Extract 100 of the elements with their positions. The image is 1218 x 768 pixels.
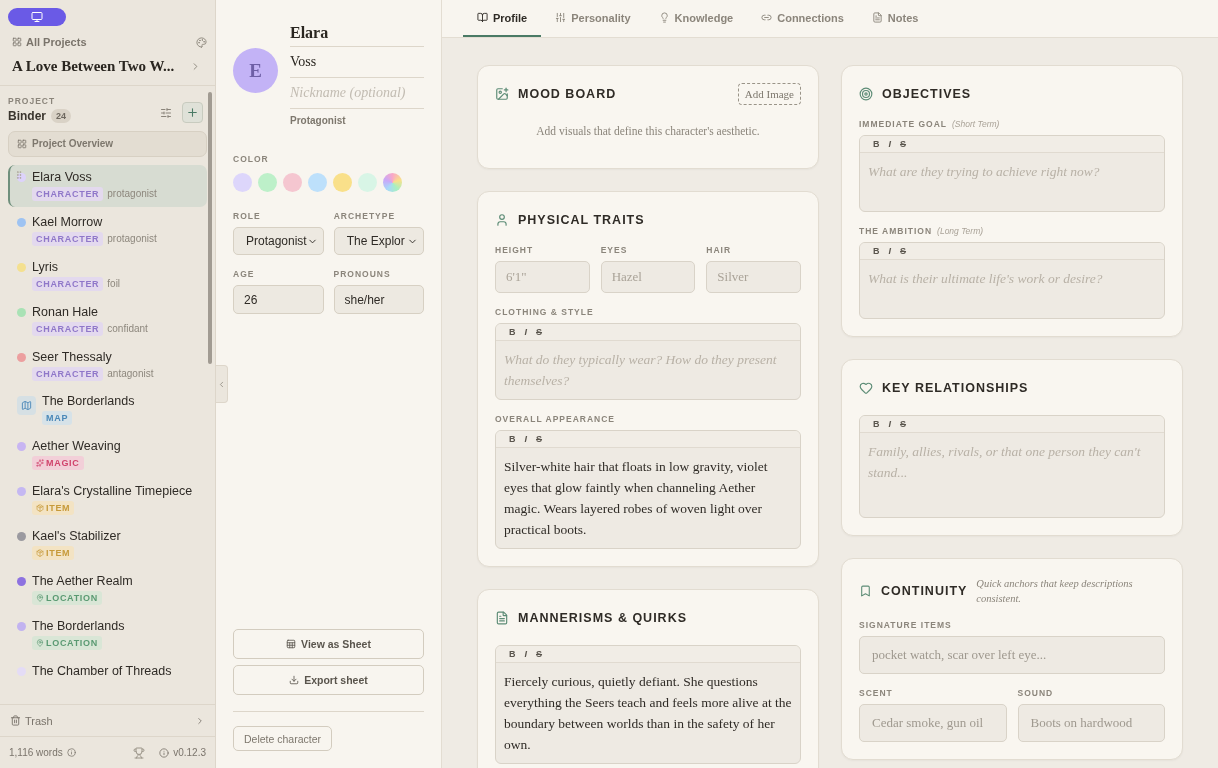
delete-button[interactable]: Delete character xyxy=(233,726,333,751)
field-label: HEIGHT xyxy=(495,245,535,255)
trophy-icon[interactable] xyxy=(133,746,146,759)
bold-button[interactable]: B xyxy=(870,246,883,256)
filter-button[interactable] xyxy=(160,106,172,119)
text-area[interactable]: Silver-white hair that floats in low gravity, violet eyes that glow faintly when channeling Aether magic. Wears layered robes of woven light over practical boots. xyxy=(496,448,800,548)
input-field[interactable]: Hazel xyxy=(600,261,696,293)
strikethrough-button[interactable]: S xyxy=(897,246,910,256)
collapse-button[interactable] xyxy=(216,365,228,403)
input-field[interactable]: Boots on hardwood xyxy=(1017,704,1165,743)
item-name: Seer Thessaly xyxy=(32,349,113,364)
binder-item[interactable]: Elara's Crystalline Timepiece ITEM xyxy=(8,479,207,522)
package-icon xyxy=(36,504,44,513)
project-title[interactable]: A Love Between Two W... xyxy=(8,58,207,75)
binder-item[interactable]: Kael's Stabilizer ITEM xyxy=(8,524,207,567)
bold-button[interactable]: B xyxy=(870,139,883,149)
binder-item[interactable]: Ronan Hale CHARACTER confidant xyxy=(8,299,207,343)
binder-item[interactable]: Seer Thessaly CHARACTER antagonist xyxy=(8,344,207,387)
color-swatch[interactable] xyxy=(233,173,252,192)
first-name-field[interactable]: Elara xyxy=(290,20,424,47)
sliders-icon xyxy=(555,12,567,23)
package-icon xyxy=(36,549,44,558)
palette-icon xyxy=(196,36,207,48)
italic-button[interactable]: I xyxy=(521,649,530,659)
color-swatch[interactable] xyxy=(333,173,352,192)
binder-item[interactable]: Lyris CHARACTER foil xyxy=(8,254,207,298)
field-label: SOUND xyxy=(1017,688,1055,699)
strikethrough-button[interactable]: S xyxy=(897,139,910,149)
bold-button[interactable]: B xyxy=(870,419,883,429)
dropdown[interactable]: The Explor xyxy=(333,227,424,255)
italic-button[interactable]: I xyxy=(885,419,894,429)
strikethrough-button[interactable]: S xyxy=(897,419,910,429)
dropdown[interactable]: Protagonist xyxy=(233,227,324,255)
type-tag: CHARACTER xyxy=(32,231,104,246)
add-button[interactable] xyxy=(182,102,203,123)
type-tag: ITEM xyxy=(32,546,75,561)
trash-button[interactable]: Trash xyxy=(0,704,215,736)
plus-icon xyxy=(186,106,199,119)
nickname-field[interactable]: Nickname (optional) xyxy=(290,78,424,109)
role-label: antagonist xyxy=(107,368,154,380)
binder-item[interactable]: Elara Voss CHARACTER protagonist xyxy=(8,164,207,208)
italic-button[interactable]: I xyxy=(885,246,894,256)
italic-button[interactable]: I xyxy=(521,327,530,337)
type-tag: LOCATION xyxy=(32,636,102,651)
binder-item[interactable]: The Aether Realm LOCATION xyxy=(8,569,207,612)
binder-item[interactable]: Aether Weaving MAGIC xyxy=(8,434,207,477)
document-icon xyxy=(495,611,509,625)
text-area[interactable]: Fiercely curious, quietly defiant. She questions everything the Seers teach and feels more alive at the boundary between worlds than in the safety of her own. xyxy=(496,663,800,763)
trash-icon xyxy=(10,715,21,726)
type-tag: CHARACTER xyxy=(32,186,104,201)
color-swatch[interactable] xyxy=(283,173,302,192)
input-field[interactable]: Cedar smoke, gun oil xyxy=(859,704,1007,743)
item-name: Ronan Hale xyxy=(32,304,99,319)
item-name: Elara's Crystalline Timepiece xyxy=(32,484,193,499)
color-swatch[interactable] xyxy=(258,173,277,192)
field-label: CLOTHING & STYLE xyxy=(495,307,594,317)
bookmark-icon xyxy=(859,584,872,599)
field-label: HAIR xyxy=(706,245,733,255)
palette-button[interactable] xyxy=(196,36,207,48)
count-badge: 24 xyxy=(51,109,72,123)
tab[interactable]: Profile xyxy=(463,0,542,37)
export-button[interactable]: Export sheet xyxy=(233,665,424,695)
binder-item[interactable]: The Chamber of Threads xyxy=(8,659,207,702)
binder-item[interactable]: The Borderlands MAP xyxy=(8,389,207,432)
item-name: The Borderlands xyxy=(42,394,135,409)
bold-button[interactable]: B xyxy=(506,434,519,444)
italic-button[interactable]: I xyxy=(885,139,894,149)
tab[interactable]: Knowledge xyxy=(644,0,748,37)
color-swatch[interactable] xyxy=(358,173,377,192)
item-name: The Chamber of Threads xyxy=(32,664,172,678)
input-field[interactable]: pocket watch, scar over left eye... xyxy=(859,636,1165,675)
add-image-button[interactable]: Add Image xyxy=(737,83,801,105)
info-icon[interactable] xyxy=(66,748,76,757)
type-tag: ITEM xyxy=(32,501,75,516)
avatar: E xyxy=(233,48,278,93)
strikethrough-button[interactable]: S xyxy=(533,434,546,444)
bold-button[interactable]: B xyxy=(506,327,519,337)
input-field[interactable]: Silver xyxy=(706,261,801,293)
input-field[interactable]: 6'1" xyxy=(495,261,590,293)
scrollbar-thumb[interactable] xyxy=(208,92,212,364)
bold-button[interactable]: B xyxy=(506,649,519,659)
last-name-field[interactable]: Voss xyxy=(290,47,424,78)
tab[interactable]: Notes xyxy=(857,0,933,37)
input-field[interactable]: she/her xyxy=(333,285,424,314)
word-count: 1,116 words xyxy=(9,747,63,758)
input-field[interactable]: 26 xyxy=(233,285,324,314)
color-swatch[interactable] xyxy=(308,173,327,192)
strikethrough-button[interactable]: S xyxy=(533,327,546,337)
binder-item[interactable]: Kael Morrow CHARACTER protagonist xyxy=(8,209,207,253)
all-projects-link[interactable]: All Projects xyxy=(8,36,87,48)
strikethrough-button[interactable]: S xyxy=(533,649,546,659)
binder-item[interactable]: The Borderlands LOCATION xyxy=(8,614,207,657)
field-hint: (Short Term) xyxy=(952,119,1000,129)
custom-color-swatch[interactable] xyxy=(383,173,402,192)
italic-button[interactable]: I xyxy=(521,434,530,444)
grid-icon xyxy=(17,138,27,149)
workspace-button[interactable] xyxy=(8,8,66,26)
type-tag: MAGIC xyxy=(32,456,84,471)
heart-icon xyxy=(859,381,873,395)
view-sheet-button[interactable]: View as Sheet xyxy=(233,629,424,659)
